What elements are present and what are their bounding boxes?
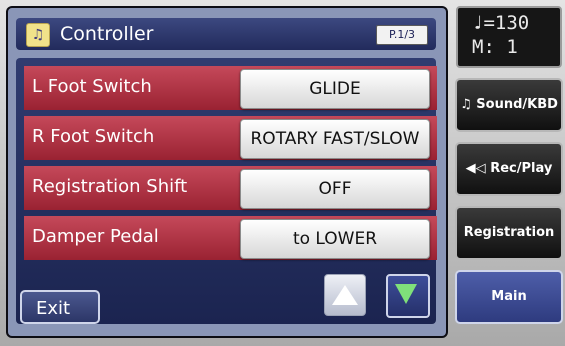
scroll-up-button[interactable]	[324, 274, 366, 316]
page-title: Controller	[60, 23, 154, 45]
setting-label: R Foot Switch	[32, 126, 155, 147]
exit-button[interactable]: Exit	[20, 290, 100, 324]
setting-value-button[interactable]: GLIDE	[240, 69, 430, 109]
lcd-screen: ♫ Controller P.1/3 L Foot Switch GLIDE R…	[6, 6, 448, 338]
rec-play-button[interactable]: ◀◁ Rec/Play	[455, 142, 563, 196]
setting-label: L Foot Switch	[32, 76, 152, 97]
setting-label: Damper Pedal	[32, 226, 159, 247]
scroll-down-button[interactable]	[386, 274, 430, 318]
page-indicator: P.1/3	[376, 25, 428, 45]
setting-value-button[interactable]: OFF	[240, 169, 430, 209]
title-bar: ♫ Controller P.1/3	[16, 18, 436, 50]
music-note-icon: ♫	[26, 23, 50, 47]
arrow-up-icon	[332, 285, 358, 305]
setting-row-r-foot-switch: R Foot Switch ROTARY FAST/SLOW	[24, 116, 437, 160]
main-button[interactable]: Main	[455, 270, 563, 324]
arrow-down-icon	[395, 284, 417, 304]
setting-label: Registration Shift	[32, 176, 188, 197]
sound-kbd-button[interactable]: ♫ Sound/KBD	[455, 78, 563, 132]
registration-button[interactable]: Registration	[455, 206, 563, 260]
setting-row-l-foot-switch: L Foot Switch GLIDE	[24, 66, 437, 110]
lcd-surface: ♫ Controller P.1/3 L Foot Switch GLIDE R…	[8, 8, 446, 336]
measure-readout: M: 1	[472, 36, 518, 58]
setting-row-registration-shift: Registration Shift OFF	[24, 166, 437, 210]
setting-value-button[interactable]: ROTARY FAST/SLOW	[240, 119, 430, 159]
tempo-readout: ♩=130	[472, 12, 530, 34]
settings-panel: L Foot Switch GLIDE R Foot Switch ROTARY…	[16, 58, 437, 324]
setting-value-button[interactable]: to LOWER	[240, 219, 430, 259]
tempo-display: ♩=130 M: 1	[456, 6, 562, 68]
setting-row-damper-pedal: Damper Pedal to LOWER	[24, 216, 437, 260]
